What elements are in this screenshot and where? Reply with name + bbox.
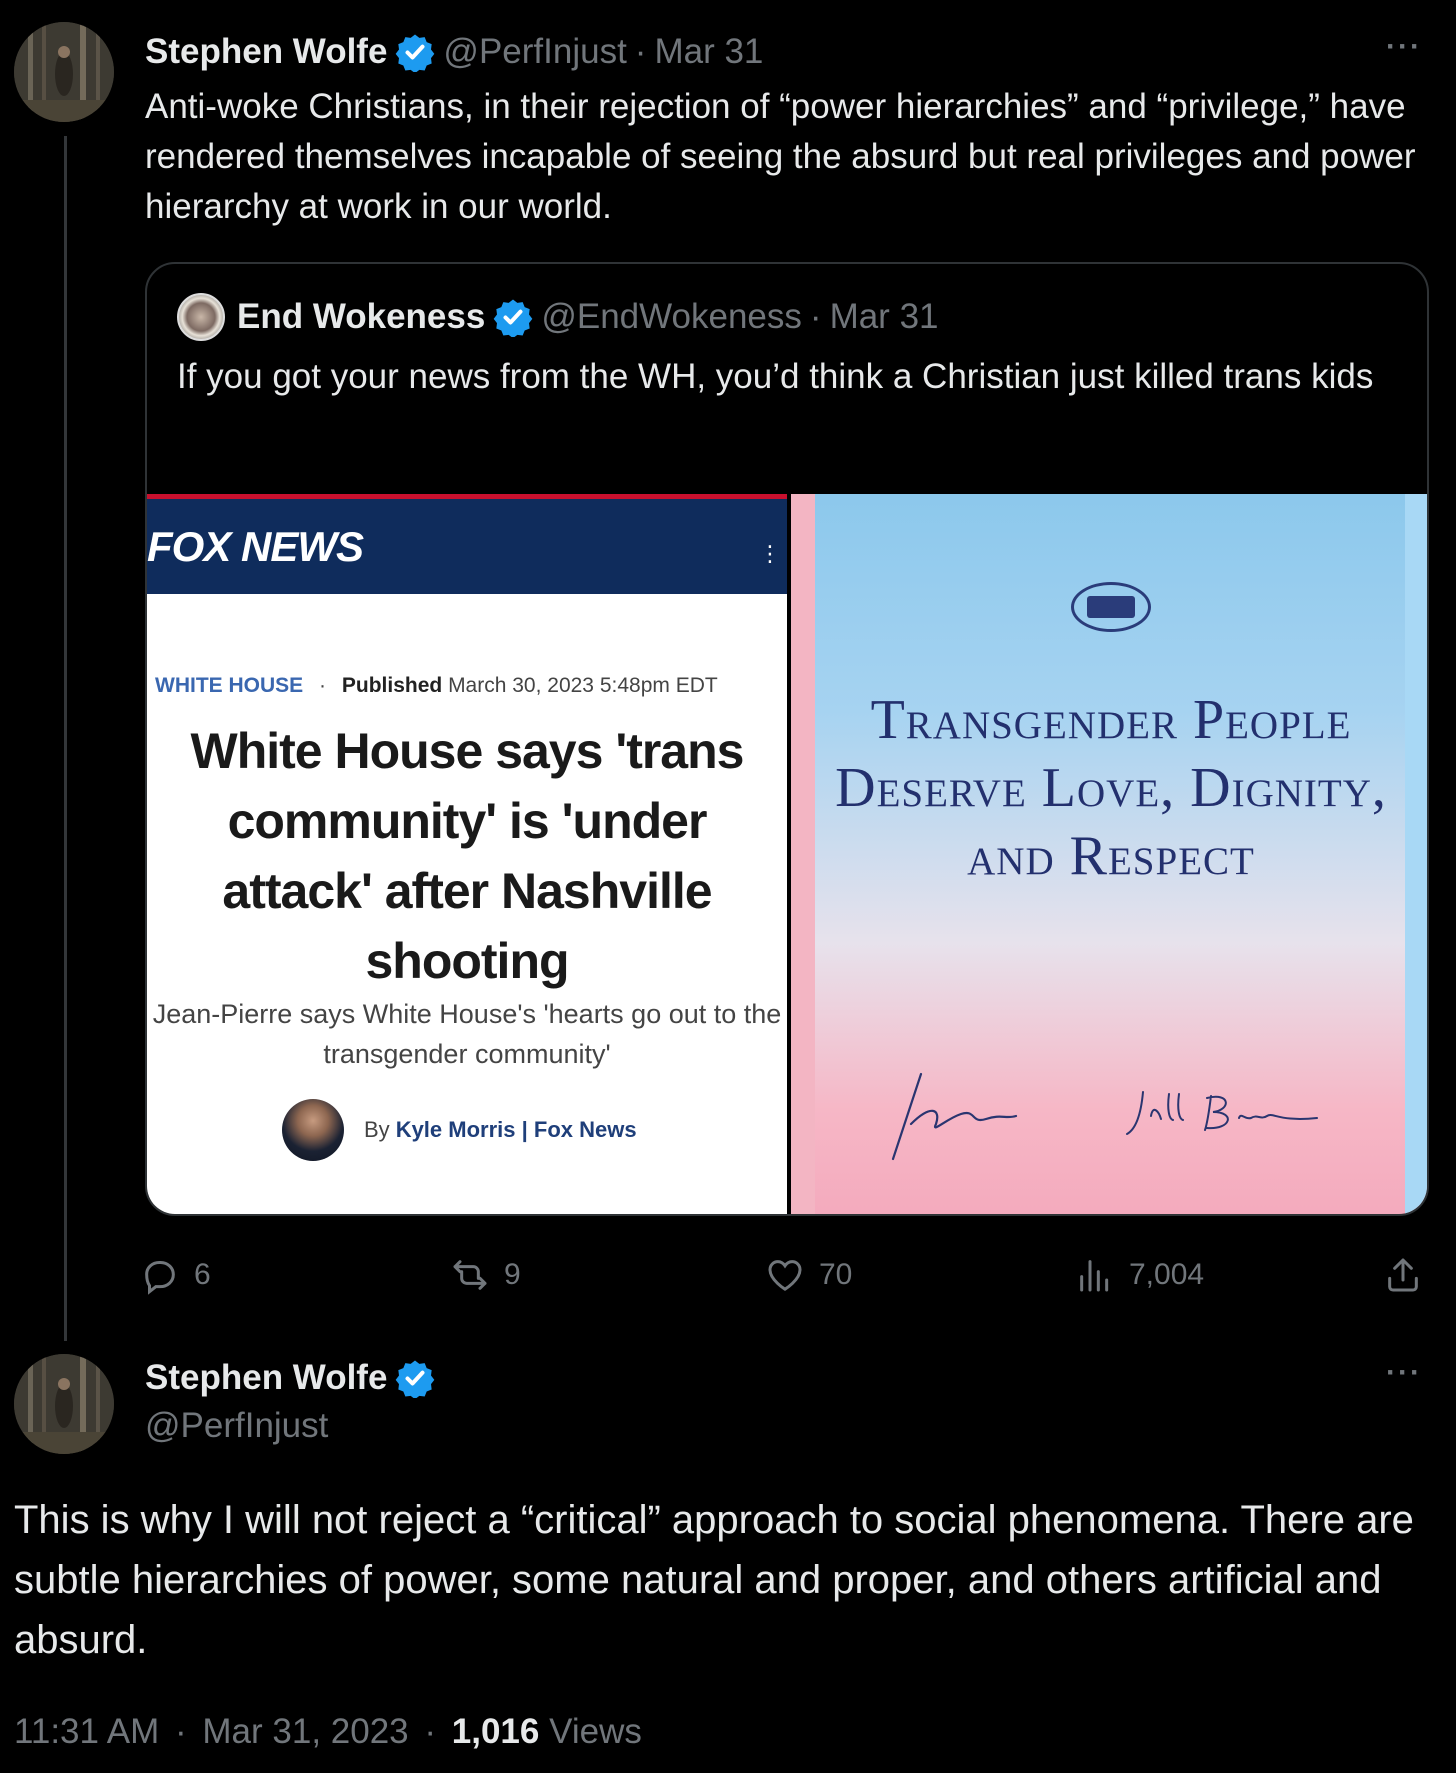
tweet-text: This is why I will not reject a “critica… bbox=[14, 1498, 1414, 1662]
media-image-fox-news[interactable]: FOX NEWS ⋮ WHITE HOUSE · Published March… bbox=[147, 494, 787, 1214]
more-icon[interactable]: ··· bbox=[1386, 1356, 1422, 1390]
fox-news-header: FOX NEWS ⋮ bbox=[147, 494, 787, 594]
avatar-forest-image bbox=[14, 1354, 114, 1454]
tweet-header: Stephen Wolfe @PerfInjust bbox=[145, 1356, 443, 1446]
reply-icon bbox=[145, 1261, 175, 1295]
verified-badge-icon bbox=[493, 299, 533, 337]
separator: · bbox=[634, 32, 647, 71]
views-label: Views bbox=[549, 1712, 642, 1751]
more-icon[interactable]: ··· bbox=[1386, 30, 1422, 64]
white-house-seal-icon bbox=[1071, 582, 1151, 632]
repost-button[interactable]: 9 bbox=[450, 1250, 521, 1300]
byline-author: Kyle Morris | Fox News bbox=[395, 1117, 637, 1142]
repost-count: 9 bbox=[504, 1258, 521, 1291]
tweet-date[interactable]: Mar 31 bbox=[654, 32, 763, 72]
quoted-tweet-header: End Wokeness @EndWokeness · Mar 31 bbox=[177, 293, 939, 341]
quoted-tweet[interactable]: End Wokeness @EndWokeness · Mar 31 If yo… bbox=[145, 262, 1429, 1216]
views-button[interactable]: 7,004 bbox=[1075, 1250, 1204, 1300]
media-image-white-house[interactable]: Transgender People Deserve Love, Dignity… bbox=[791, 494, 1427, 1214]
author-name[interactable]: Stephen Wolfe bbox=[145, 32, 387, 72]
reply-button[interactable]: 6 bbox=[140, 1250, 211, 1300]
author-handle[interactable]: @PerfInjust bbox=[443, 32, 626, 72]
meta-bullet: · bbox=[319, 674, 327, 697]
tweet-time[interactable]: 11:31 AM bbox=[14, 1712, 159, 1751]
avatar-forest-image bbox=[14, 22, 114, 122]
verified-badge-icon[interactable] bbox=[395, 1358, 435, 1398]
reply-count: 6 bbox=[194, 1258, 211, 1291]
article-byline: By Kyle Morris | Fox News bbox=[282, 1099, 637, 1161]
author-avatar[interactable] bbox=[14, 22, 114, 122]
quoted-tweet-text: If you got your news from the WH, you’d … bbox=[177, 357, 1374, 396]
quoted-author-handle: @EndWokeness bbox=[541, 297, 802, 336]
article-category: WHITE HOUSE bbox=[155, 674, 304, 697]
fox-news-logo: FOX NEWS bbox=[147, 523, 364, 570]
tweet-full-date[interactable]: Mar 31, 2023 bbox=[202, 1712, 408, 1751]
signature-biden bbox=[891, 1072, 1018, 1161]
tweet-header: Stephen Wolfe @PerfInjust · Mar 31 bbox=[145, 30, 763, 74]
thread-line bbox=[64, 136, 67, 1341]
author-handle[interactable]: @PerfInjust bbox=[145, 1406, 443, 1446]
quoted-author-name[interactable]: End Wokeness bbox=[237, 297, 485, 337]
white-house-message: Transgender People Deserve Love, Dignity… bbox=[835, 689, 1387, 887]
like-button[interactable]: 70 bbox=[765, 1250, 852, 1300]
published-date: March 30, 2023 5:48pm EDT bbox=[448, 674, 718, 697]
author-avatar[interactable] bbox=[14, 1354, 114, 1454]
byline-prefix: By bbox=[364, 1117, 390, 1142]
published-label: Published bbox=[341, 674, 443, 697]
verified-badge-icon[interactable] bbox=[395, 32, 435, 72]
tweet-actions: 6 9 70 7,004 bbox=[145, 1250, 1435, 1300]
separator: · bbox=[175, 1712, 187, 1751]
like-count: 70 bbox=[819, 1258, 853, 1291]
quoted-media: FOX NEWS ⋮ WHITE HOUSE · Published March… bbox=[147, 494, 1427, 1214]
article-meta: WHITE HOUSE · Published March 30, 2023 5… bbox=[155, 674, 718, 698]
tweet-footer: 11:31 AM · Mar 31, 2023 · 1,016 Views bbox=[14, 1712, 642, 1752]
views-count: 7,004 bbox=[1129, 1258, 1205, 1291]
author-name[interactable]: Stephen Wolfe bbox=[145, 1358, 387, 1398]
repost-icon bbox=[453, 1260, 487, 1290]
separator: · bbox=[424, 1712, 437, 1751]
tweet-text: Anti-woke Christians, in their rejection… bbox=[145, 87, 1416, 226]
article-headline: White House says 'trans community' is 'u… bbox=[190, 723, 745, 989]
author-photo bbox=[282, 1099, 344, 1161]
share-icon bbox=[1388, 1258, 1418, 1292]
separator: · bbox=[809, 297, 822, 336]
views-total: 1,016 bbox=[451, 1712, 540, 1751]
like-icon bbox=[768, 1260, 802, 1291]
menu-icon: ⋮ bbox=[759, 541, 781, 566]
article-subhead: Jean-Pierre says White House's 'hearts g… bbox=[152, 999, 782, 1069]
signature-jill-biden bbox=[1126, 1091, 1318, 1135]
quoted-author-avatar[interactable] bbox=[177, 293, 225, 341]
quoted-tweet-date: Mar 31 bbox=[829, 297, 939, 336]
views-icon bbox=[1080, 1260, 1109, 1292]
share-button[interactable] bbox=[1383, 1250, 1437, 1300]
